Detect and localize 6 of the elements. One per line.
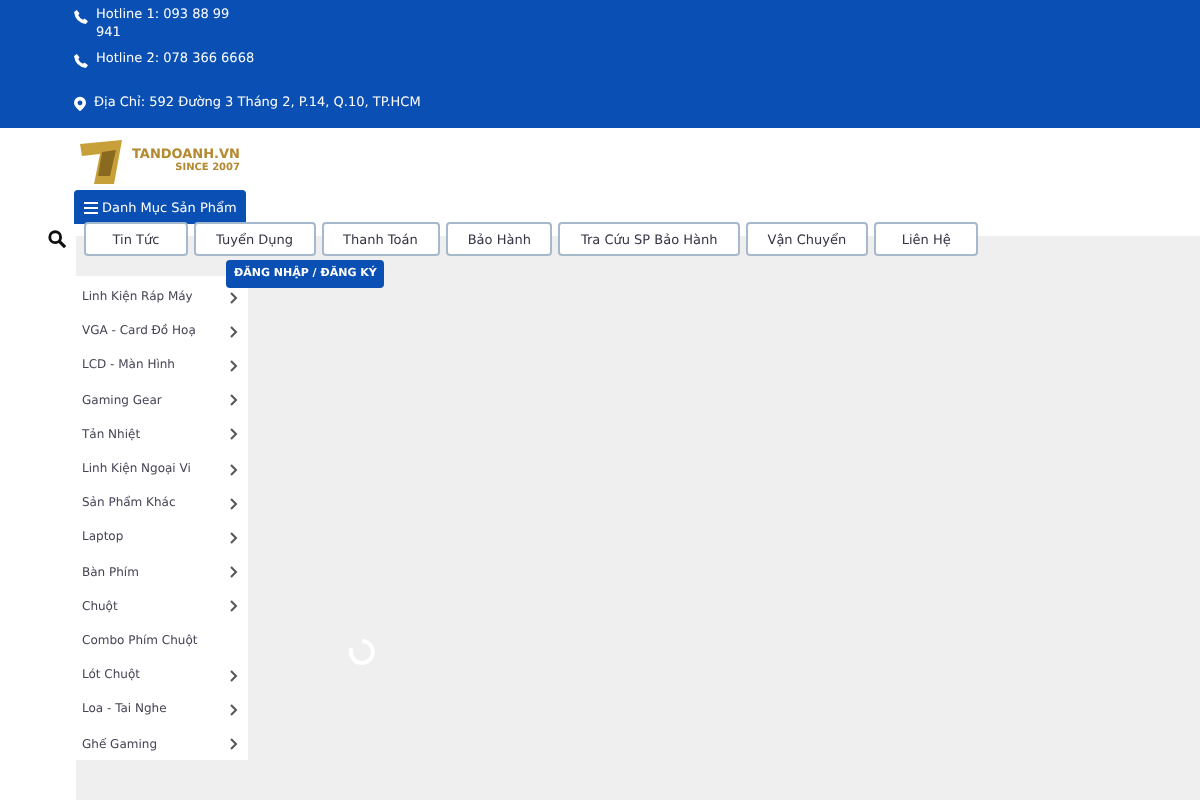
phone-icon bbox=[74, 10, 88, 24]
search-icon[interactable] bbox=[48, 230, 66, 248]
logo-icon bbox=[74, 136, 126, 188]
phone-icon bbox=[74, 54, 88, 68]
menu-icon bbox=[84, 202, 98, 214]
location-pin-icon bbox=[74, 96, 86, 112]
